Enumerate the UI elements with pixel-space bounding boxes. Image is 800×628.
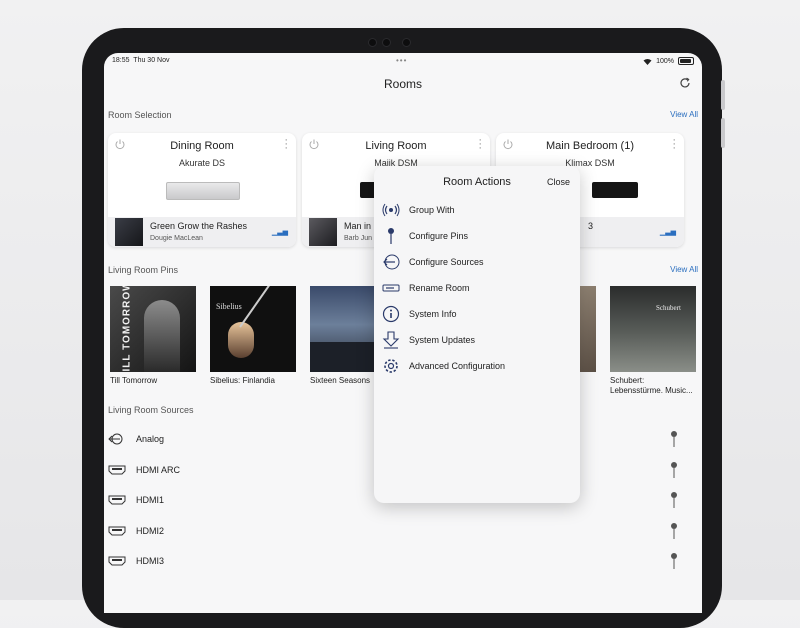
pin-label: Till Tomorrow [110,376,158,385]
close-button[interactable]: Close [547,177,570,187]
room-selection-label: Room Selection [108,110,172,120]
room-selection-view-all[interactable]: View All [670,110,698,119]
now-playing-bar[interactable]: Green Grow the Rashes Dougie MacLean ▁▃▅ [108,217,296,247]
album-art: Schubert [610,286,696,372]
more-options-icon[interactable]: · · · [478,135,482,154]
wifi-icon [643,58,652,65]
analog-input-icon [108,433,123,445]
action-group-with[interactable]: Group With [382,199,572,221]
action-rename-room[interactable]: Rename Room [382,277,572,299]
pin-item[interactable]: Sibelius Sibelius: Finlandia [210,286,296,386]
pin-item[interactable]: Schubert Schubert: Lebensstürme. Music..… [610,286,696,396]
info-icon [382,305,400,323]
source-row-hdmi2[interactable]: HDMI2 [108,522,692,542]
pins-view-all[interactable]: View All [670,265,698,274]
pin-icon[interactable] [670,491,678,509]
source-row-hdmi3[interactable]: HDMI3 [108,552,692,572]
rename-icon [382,284,400,292]
status-bar: 18:55 Thu 30 Nov ••• 100% [104,53,702,67]
action-label: Configure Sources [409,257,484,267]
hdmi-icon [108,495,126,505]
pin-icon[interactable] [670,522,678,540]
gear-icon [384,359,398,373]
refresh-icon[interactable] [678,76,692,90]
hdmi-icon [108,465,126,475]
action-label: System Updates [409,335,476,345]
action-system-updates[interactable]: System Updates [382,329,572,351]
volume-button [721,118,725,148]
source-label: HDMI3 [136,556,165,566]
album-art-text: Sibelius [216,302,242,311]
hdmi-icon [108,556,126,566]
album-thumbnail [115,218,143,246]
action-system-info[interactable]: System Info [382,303,572,325]
pin-icon [388,228,394,244]
pin-icon[interactable] [670,552,678,570]
status-time: 18:55 Thu 30 Nov [112,57,170,64]
album-art: Sibelius [210,286,296,372]
track-artist: Barb Jun [344,235,373,242]
pin-icon[interactable] [670,461,678,479]
album-art-text: Schubert [656,304,681,312]
source-label: Analog [136,434,165,444]
room-name: Dining Room [170,140,234,152]
action-label: Group With [409,205,455,215]
pin-item[interactable]: TILL TOMORROW Till Tomorrow [110,286,196,386]
device-image [592,182,638,198]
more-options-icon[interactable]: · · · [284,135,288,154]
room-name: Main Bedroom (1) [545,140,635,152]
pin-label: Schubert: Lebensstürme. Music... [610,376,693,395]
battery-icon [678,57,694,65]
room-card-dining-room[interactable]: Dining Room · · · Akurate DS Green Grow th… [108,133,296,247]
album-thumbnail [309,218,337,246]
more-options-icon[interactable]: · · · [672,135,676,154]
room-actions-popover: Room Actions Close Group With Configure … [374,166,580,503]
camera-bar [356,36,446,47]
action-label: Rename Room [409,283,470,293]
source-label: HDMI1 [136,495,165,505]
signal-bars-icon: ▁▃▅ [271,229,288,236]
pin-icon[interactable] [670,430,678,448]
group-icon [382,203,400,217]
action-label: Configure Pins [409,231,469,241]
album-art-text: TILL TOMORROW [121,286,133,372]
source-icon [383,254,400,270]
action-label: Advanced Configuration [409,361,506,371]
track-artist: Dougie MacLean [150,235,203,242]
track-title: 3 [588,221,594,231]
track-title: Green Grow the Rashes [150,221,248,231]
signal-bars-icon: ▁▃▅ [659,229,676,236]
album-art: TILL TOMORROW [110,286,196,372]
multitask-handle[interactable]: ••• [396,56,407,65]
action-configure-pins[interactable]: Configure Pins [382,225,572,247]
room-name: Living Room [365,140,427,152]
action-label: System Info [409,309,457,319]
volume-button [721,80,725,110]
status-icons: 100% [643,57,694,65]
source-label: HDMI ARC [136,465,181,475]
action-configure-sources[interactable]: Configure Sources [382,251,572,273]
hdmi-icon [108,526,126,536]
download-icon [382,331,400,349]
action-advanced-configuration[interactable]: Advanced Configuration [382,355,572,377]
page-title: Rooms [383,77,422,91]
source-label: HDMI2 [136,526,165,536]
pins-label: Living Room Pins [108,265,179,275]
battery-percent: 100% [656,57,674,65]
track-title: Man in [344,221,372,231]
sources-label: Living Room Sources [108,405,194,415]
pin-label: Sibelius: Finlandia [210,376,275,385]
device-image [166,182,240,200]
device-name: Akurate DS [178,158,226,168]
